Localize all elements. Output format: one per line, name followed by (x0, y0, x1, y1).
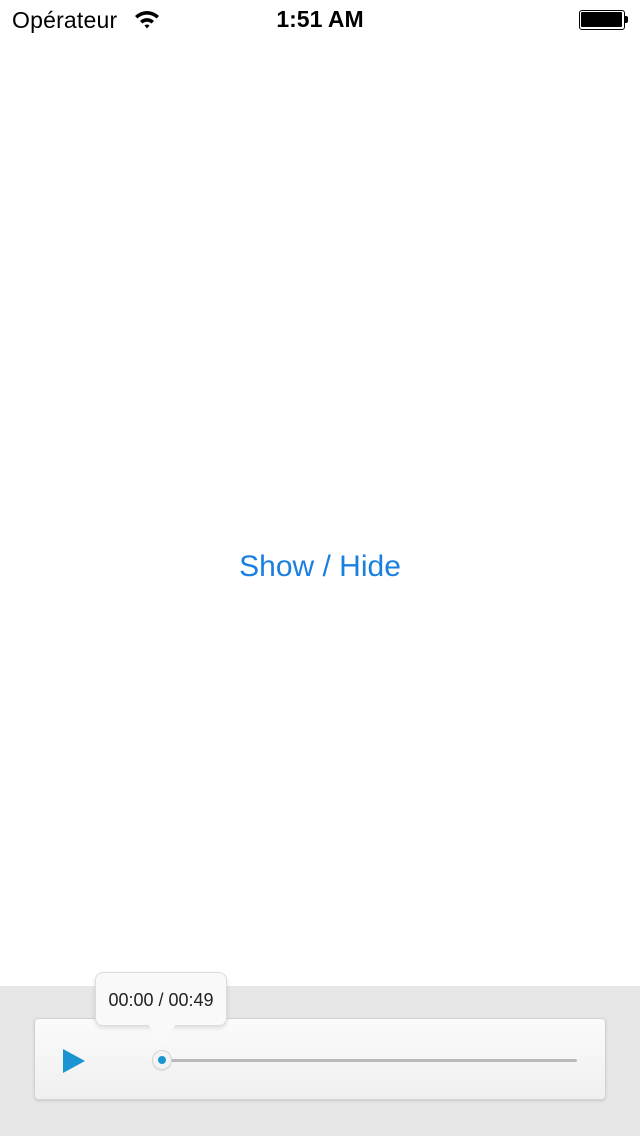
time-tooltip-pointer (148, 1024, 176, 1046)
status-bar: Opérateur 1:51 AM (0, 0, 640, 40)
time-tooltip: 00:00 / 00:49 (95, 972, 227, 1026)
show-hide-button[interactable]: Show / Hide (0, 550, 640, 584)
status-time: 1:51 AM (276, 6, 364, 32)
thumb-dot (158, 1056, 166, 1064)
progress-track[interactable] (163, 1059, 577, 1062)
battery-icon (579, 10, 629, 30)
play-icon[interactable] (63, 1049, 85, 1073)
audio-player (34, 1018, 606, 1100)
progress-thumb[interactable] (152, 1050, 172, 1070)
